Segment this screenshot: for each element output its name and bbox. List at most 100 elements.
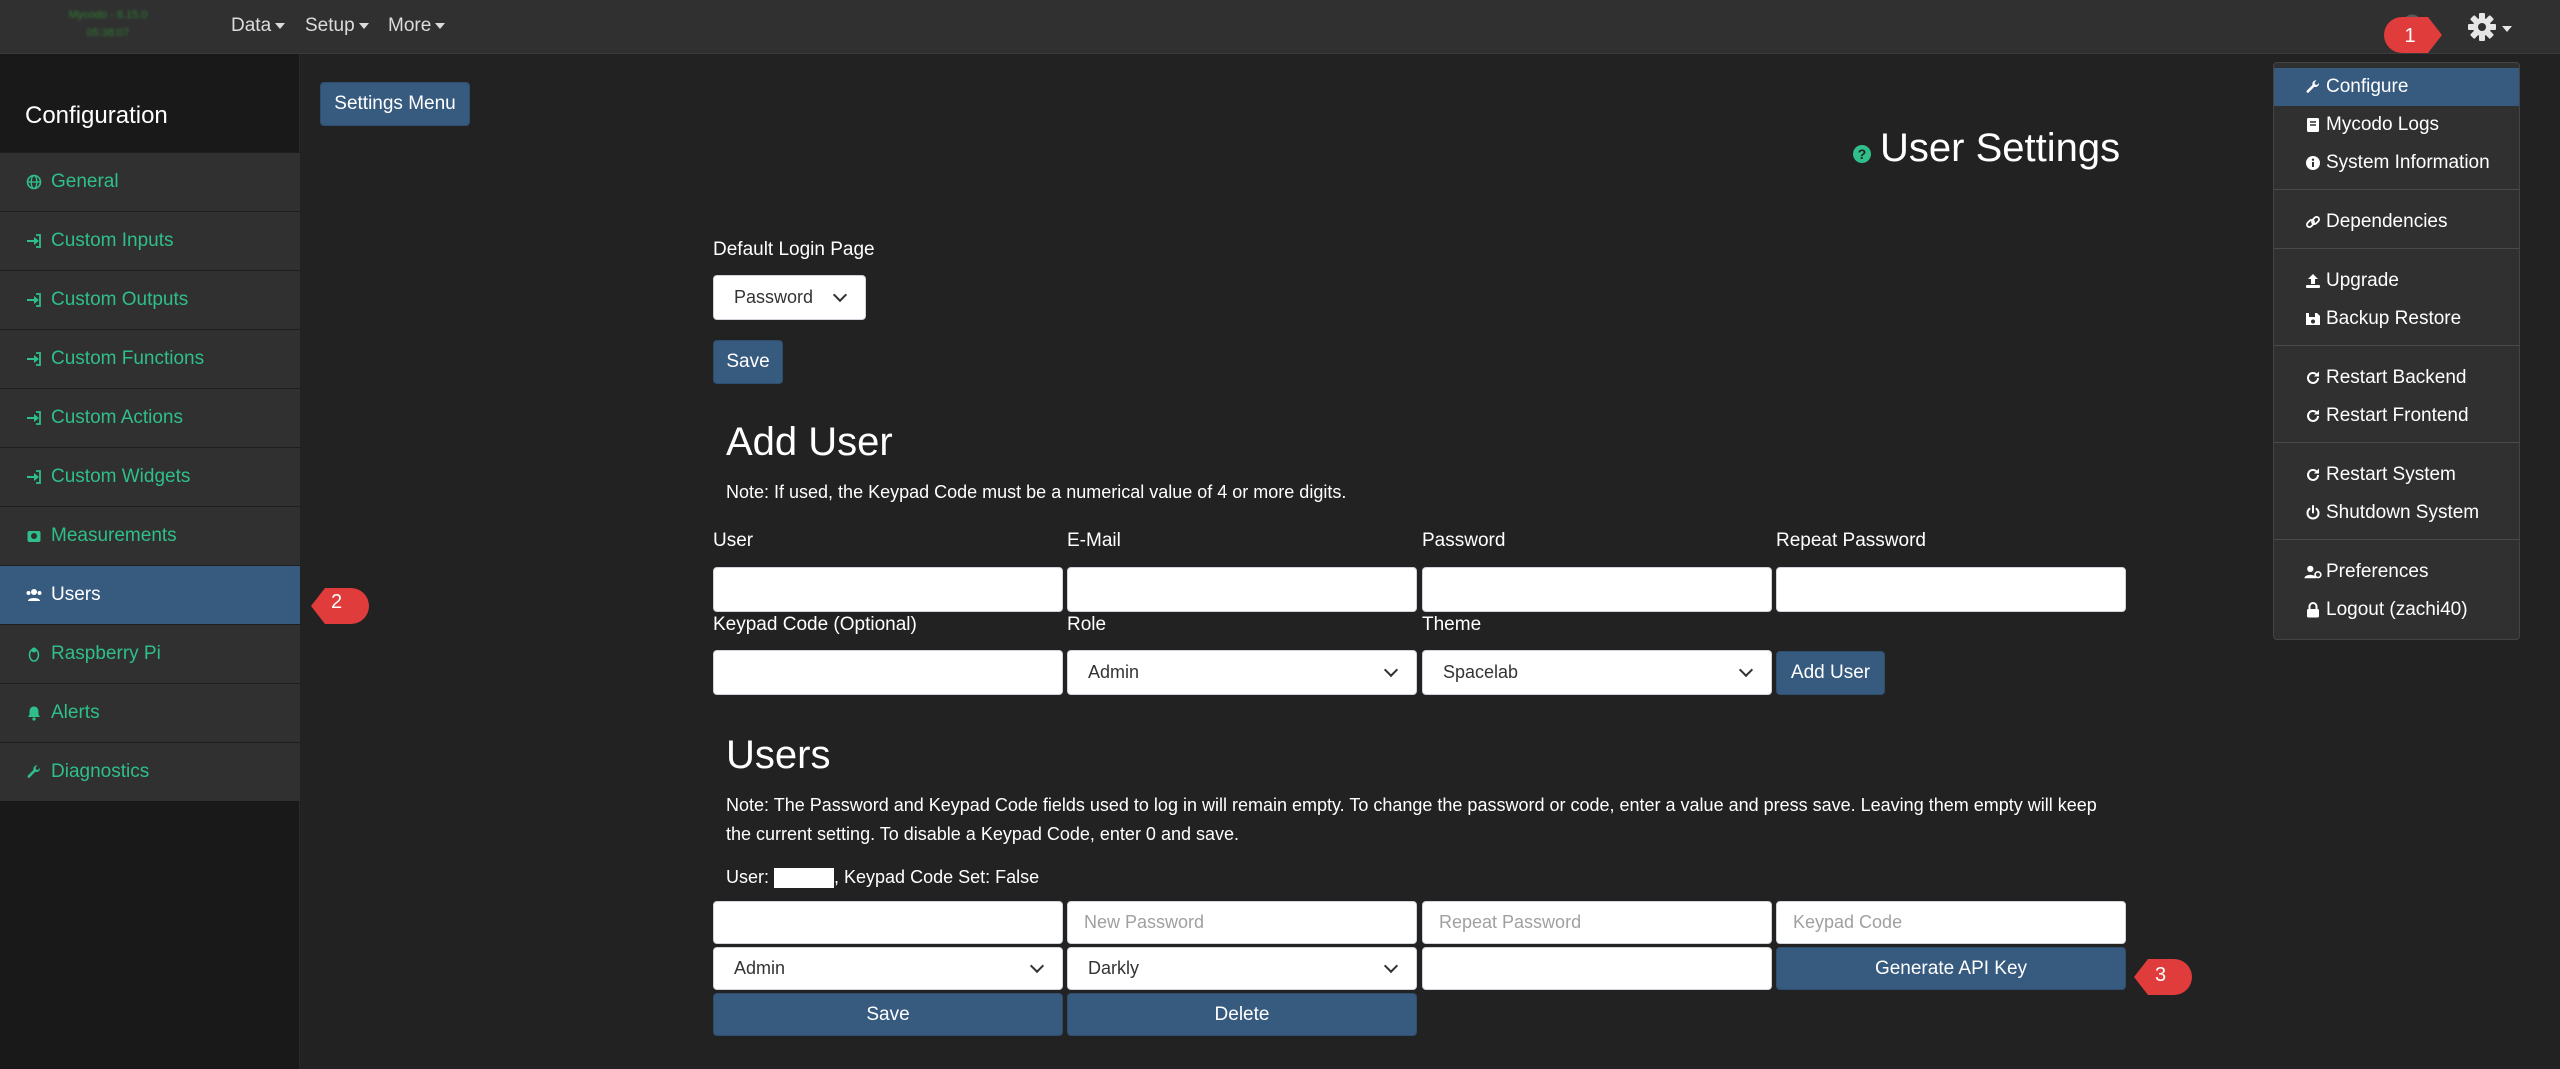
gear-icon[interactable] [2462, 10, 2518, 44]
add-user-repeat-password-input[interactable] [1776, 567, 2126, 612]
svg-text:?: ? [1858, 146, 1867, 162]
sign-in-icon [25, 291, 43, 309]
sidebar: Configuration General Custom Inputs Cust… [0, 54, 300, 1069]
help-icon[interactable]: ? [1852, 144, 1872, 164]
add-user-role-select[interactable]: Admin [1067, 650, 1417, 695]
caret-down-icon [275, 22, 286, 29]
keypad-label: Keypad Code (Optional) [713, 614, 917, 635]
redacted-username [774, 868, 835, 889]
menu-item-dependencies[interactable]: Dependencies [2274, 203, 2519, 241]
menu-divider [2274, 442, 2519, 443]
email-label: E-Mail [1067, 530, 1121, 551]
nav-menu-more[interactable]: More [388, 15, 446, 37]
theme-label: Theme [1422, 614, 1482, 635]
sidebar-title: Configuration [25, 102, 168, 129]
menu-item-restart-frontend[interactable]: Restart Frontend [2274, 397, 2519, 435]
chevron-down-icon [832, 287, 848, 303]
api-key-field[interactable] [1422, 947, 1772, 990]
wrench-icon [2304, 78, 2322, 96]
add-user-password-input[interactable] [1422, 567, 1772, 612]
chevron-down-icon [1383, 958, 1399, 974]
page-title-group: ? User Settings [1852, 126, 2120, 171]
weight-icon [25, 527, 43, 545]
new-password-input[interactable]: New Password [1067, 901, 1417, 944]
user-status-line: User: , Keypad Code Set: False [726, 867, 1040, 889]
menu-item-upgrade[interactable]: Upgrade [2274, 262, 2519, 300]
sidebar-item-custom-functions[interactable]: Custom Functions [0, 329, 300, 388]
menu-item-system-information[interactable]: System Information [2274, 144, 2519, 182]
caret-down-icon [435, 22, 446, 29]
users-icon [25, 586, 43, 604]
sidebar-item-diagnostics[interactable]: Diagnostics [0, 742, 300, 801]
role-label: Role [1067, 614, 1107, 635]
callout-label-3: 3 [2155, 964, 2167, 986]
add-user-note: Note: If used, the Keypad Code must be a… [726, 482, 1347, 502]
chevron-down-icon [1029, 958, 1045, 974]
redo-icon [2304, 466, 2322, 484]
menu-item-restart-system[interactable]: Restart System [2274, 456, 2519, 494]
sidebar-item-alerts[interactable]: Alerts [0, 683, 300, 742]
add-user-heading: Add User [726, 420, 893, 464]
chevron-down-icon [1383, 662, 1399, 678]
lock-icon [2304, 601, 2322, 619]
settings-menu-button[interactable]: Settings Menu [320, 82, 470, 126]
menu-item-backup-restore[interactable]: Backup Restore [2274, 300, 2519, 338]
settings-dropdown-menu: Configure Mycodo Logs System Information… [2273, 62, 2520, 640]
menu-item-configure[interactable]: Configure [2274, 68, 2519, 106]
user-role-select[interactable]: Admin [713, 947, 1063, 990]
repeat-password-input[interactable]: Repeat Password [1422, 901, 1772, 944]
sidebar-item-custom-inputs[interactable]: Custom Inputs [0, 211, 300, 270]
users-note: Note: The Password and Keypad Code field… [726, 795, 2097, 844]
sign-in-icon [25, 350, 43, 368]
sidebar-item-measurements[interactable]: Measurements [0, 506, 300, 565]
callout-marker-1: 1 [2384, 17, 2442, 53]
svg-text:1: 1 [2404, 25, 2415, 47]
brand-logo[interactable]: Mycodo - 8.15.0 05:38:07 [28, 6, 188, 50]
sign-in-icon [25, 232, 43, 250]
redo-icon [2304, 407, 2322, 425]
sidebar-item-custom-actions[interactable]: Custom Actions [0, 388, 300, 447]
bell-icon [25, 704, 43, 722]
add-user-keypad-input[interactable] [713, 650, 1063, 695]
info-circle-icon [2304, 154, 2322, 172]
menu-item-shutdown-system[interactable]: Shutdown System [2274, 494, 2519, 532]
add-user-name-input[interactable] [713, 567, 1063, 612]
sidebar-item-custom-outputs[interactable]: Custom Outputs [0, 270, 300, 329]
menu-divider [2274, 345, 2519, 346]
menu-divider [2274, 189, 2519, 190]
user-theme-select[interactable]: Darkly [1067, 947, 1417, 990]
users-heading: Users [726, 733, 831, 777]
user-label: User [713, 530, 754, 551]
add-user-email-input[interactable] [1067, 567, 1417, 612]
user-delete-button[interactable]: Delete [1067, 993, 1417, 1036]
book-icon [2304, 116, 2322, 134]
sidebar-item-custom-widgets[interactable]: Custom Widgets [0, 447, 300, 506]
password-label: Password [1422, 530, 1506, 551]
generate-api-key-button[interactable]: Generate API Key [1776, 947, 2126, 990]
sidebar-item-users[interactable]: Users [0, 565, 300, 624]
default-login-save-button[interactable]: Save [713, 340, 783, 384]
nav-menu-data[interactable]: Data [231, 15, 286, 37]
floppy-icon [2304, 310, 2322, 328]
nav-menu-setup[interactable]: Setup [305, 15, 369, 37]
sign-in-icon [25, 409, 43, 427]
callout-label-2: 2 [331, 591, 343, 613]
sidebar-item-general[interactable]: General [0, 152, 300, 211]
keypad-code-input[interactable]: Keypad Code [1776, 901, 2126, 944]
add-user-button[interactable]: Add User [1776, 651, 1885, 695]
sidebar-item-raspberry-pi[interactable]: Raspberry Pi [0, 624, 300, 683]
menu-item-restart-backend[interactable]: Restart Backend [2274, 359, 2519, 397]
user-name-input[interactable] [713, 901, 1063, 944]
default-login-label: Default Login Page [713, 239, 875, 260]
menu-item-preferences[interactable]: Preferences [2274, 553, 2519, 591]
default-login-select[interactable]: Password [713, 275, 866, 320]
linux-icon [25, 645, 43, 663]
caret-down-icon [358, 22, 369, 29]
add-user-theme-select[interactable]: Spacelab [1422, 650, 1772, 695]
repeat-password-label: Repeat Password [1776, 530, 1926, 551]
menu-item-logout[interactable]: Logout (zachi40) [2274, 591, 2519, 629]
menu-item-mycodo-logs[interactable]: Mycodo Logs [2274, 106, 2519, 144]
user-cog-icon [2304, 563, 2322, 581]
user-save-button[interactable]: Save [713, 993, 1063, 1036]
sign-in-icon [25, 468, 43, 486]
